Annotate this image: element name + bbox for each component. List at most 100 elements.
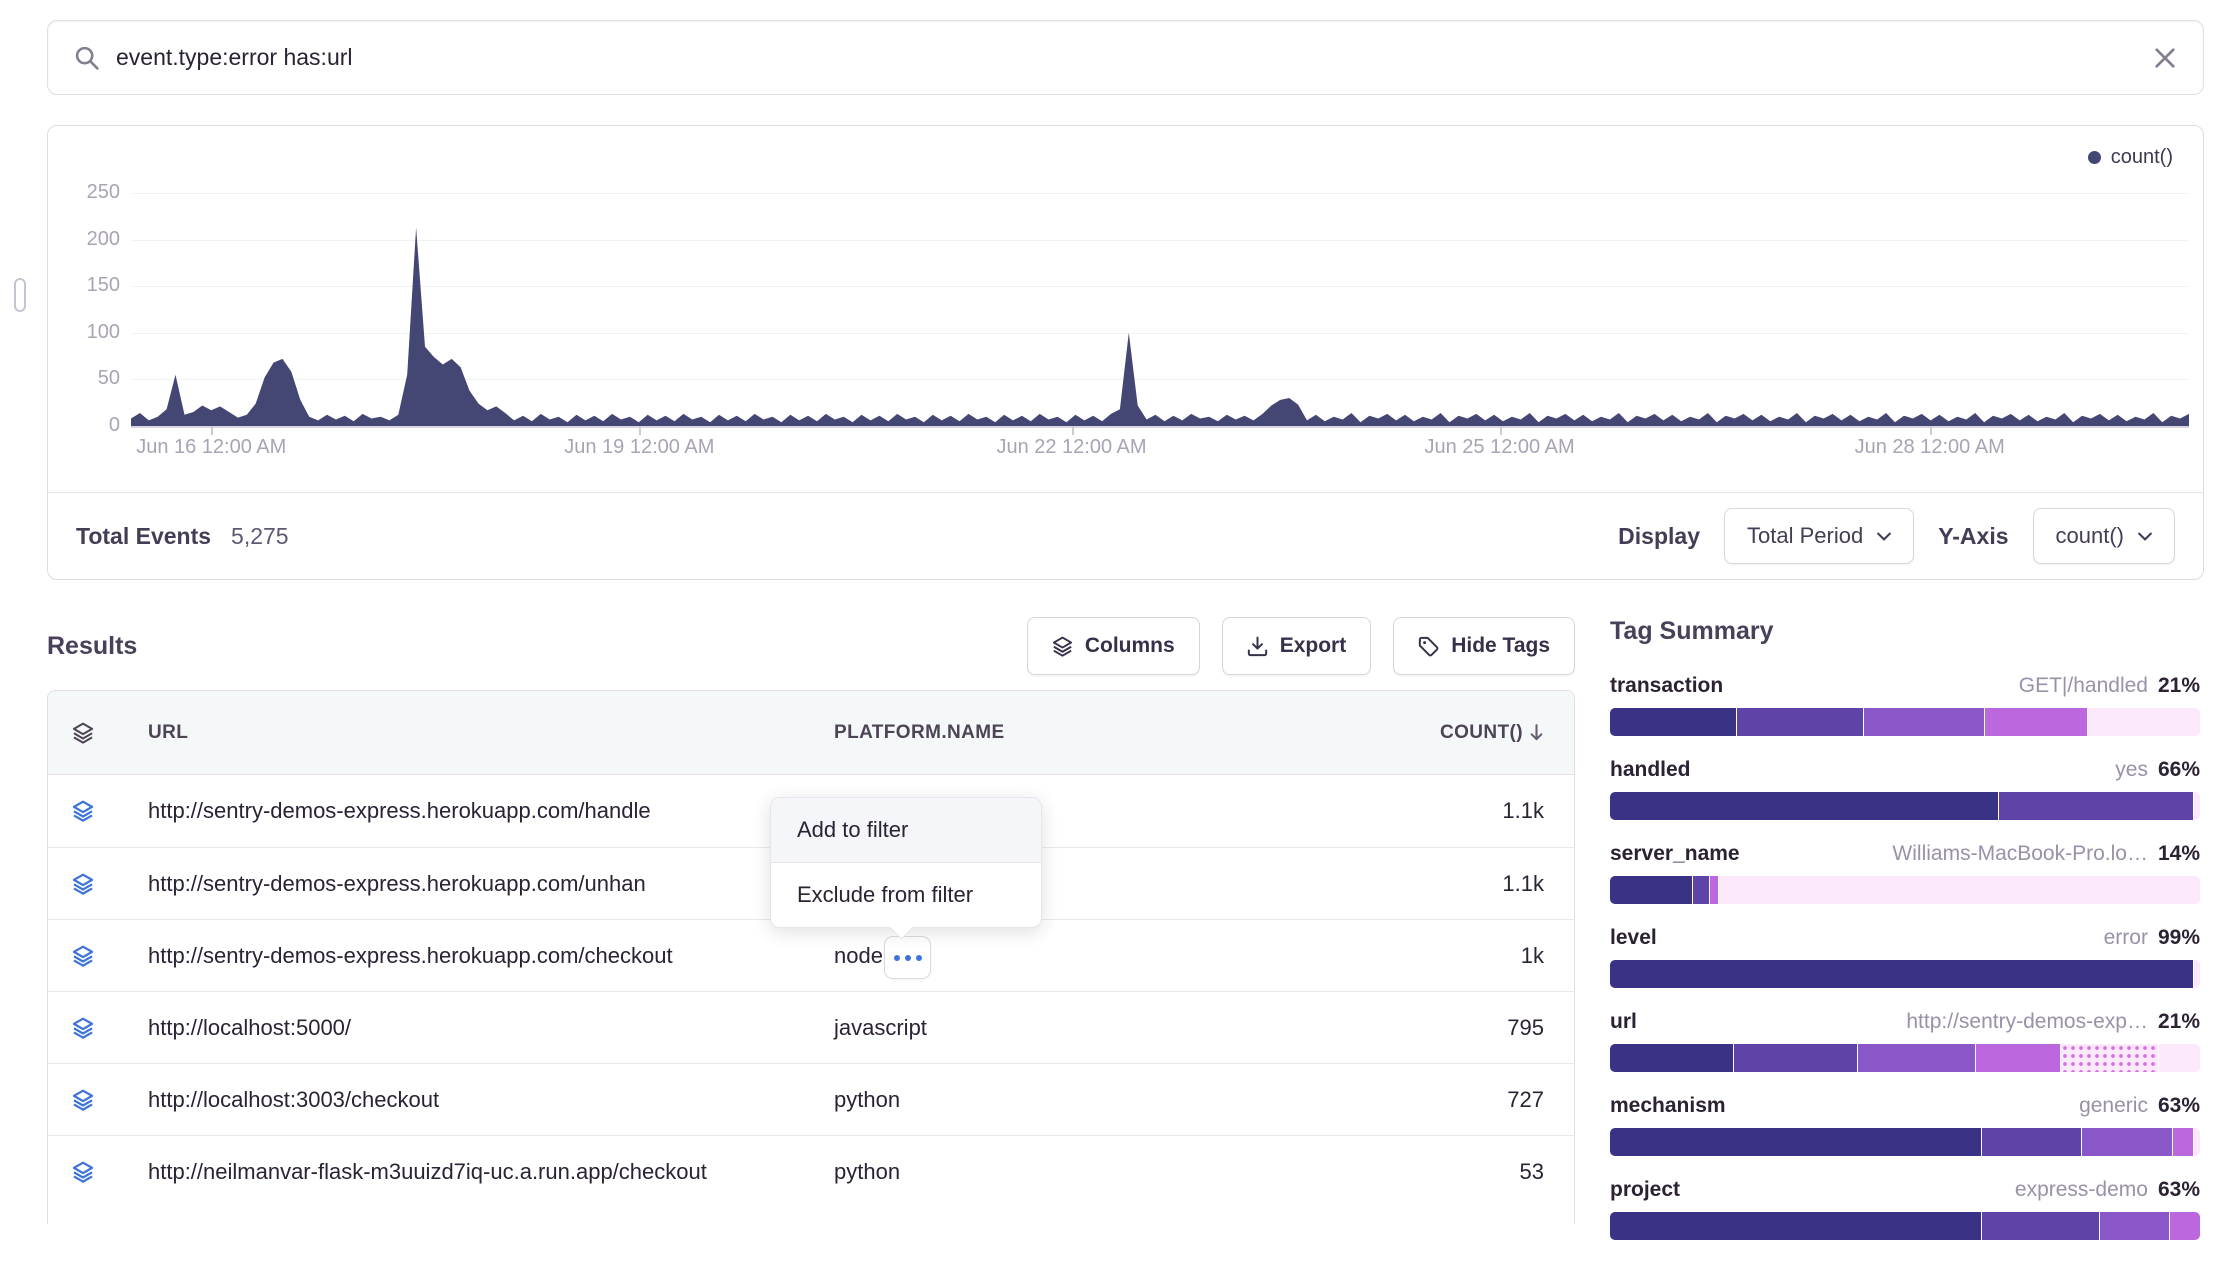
export-button[interactable]: Export <box>1222 617 1372 675</box>
table-row[interactable]: http://sentry-demos-express.herokuapp.co… <box>48 919 1574 991</box>
tag-distribution-bar[interactable] <box>1610 708 2200 736</box>
tag-bar-segment[interactable] <box>2082 1128 2173 1156</box>
stack-icon[interactable] <box>48 1089 118 1111</box>
count-cell[interactable]: 53 <box>1394 1159 1574 1185</box>
tag-name[interactable]: server_name <box>1610 842 1740 866</box>
url-cell[interactable]: http://localhost:5000/ <box>118 1015 834 1041</box>
tag-bar-segment[interactable] <box>1999 792 2194 820</box>
ellipsis-dot <box>905 955 911 961</box>
tag-bar-segment[interactable] <box>2159 1044 2200 1072</box>
count-cell[interactable]: 727 <box>1394 1087 1574 1113</box>
clear-search-icon[interactable] <box>2153 46 2177 70</box>
stack-icon[interactable] <box>48 873 118 895</box>
total-events-label: Total Events <box>76 523 211 550</box>
stack-icon[interactable] <box>48 945 118 967</box>
tag-bar-segment[interactable] <box>1610 1212 1982 1240</box>
tag-bar-segment[interactable] <box>2194 792 2200 820</box>
tag-name[interactable]: level <box>1610 926 1657 950</box>
tag-bar-segment[interactable] <box>1710 876 1719 904</box>
yaxis-label: Y-Axis <box>1938 523 2008 550</box>
x-tick-mark <box>1930 426 1932 435</box>
y-tick-label: 200 <box>50 228 120 251</box>
tag-bar-segment[interactable] <box>2170 1212 2200 1240</box>
menu-item-exclude-from-filter[interactable]: Exclude from filter <box>771 863 1041 927</box>
stack-icon[interactable] <box>48 1161 118 1183</box>
url-cell[interactable]: http://localhost:3003/checkout <box>118 1087 834 1113</box>
url-cell[interactable]: http://sentry-demos-express.herokuapp.co… <box>118 871 834 897</box>
count-cell[interactable]: 795 <box>1394 1015 1574 1041</box>
hide-tags-button[interactable]: Hide Tags <box>1393 617 1575 675</box>
stack-icon[interactable] <box>48 722 118 744</box>
columns-button[interactable]: Columns <box>1027 617 1200 675</box>
tag-bar-segment[interactable] <box>1610 708 1737 736</box>
tag-bar-segment[interactable] <box>1610 792 1999 820</box>
tag-bar-segment[interactable] <box>2173 1128 2194 1156</box>
tag-distribution-bar[interactable] <box>1610 1128 2200 1156</box>
search-input[interactable]: event.type:error has:url <box>116 44 2153 71</box>
count-cell[interactable]: 1.1k <box>1394 871 1574 897</box>
tag-bar-segment[interactable] <box>1976 1044 2062 1072</box>
tag-bar-segment[interactable] <box>2061 1044 2158 1072</box>
tag-bar-segment[interactable] <box>1734 1044 1858 1072</box>
tag-bar-segment[interactable] <box>2088 708 2200 736</box>
tag-bar-segment[interactable] <box>1858 1044 1976 1072</box>
tag-distribution-bar[interactable] <box>1610 1212 2200 1240</box>
tag-bar-segment[interactable] <box>2194 960 2200 988</box>
tag-bar-segment[interactable] <box>1610 876 1693 904</box>
tag-bar-segment[interactable] <box>1610 1044 1734 1072</box>
tag-bar-segment[interactable] <box>1610 960 2194 988</box>
display-dropdown-value: Total Period <box>1747 523 1863 549</box>
table-row[interactable]: http://localhost:3003/checkout python 72… <box>48 1063 1574 1135</box>
cell-actions-button[interactable] <box>884 936 931 979</box>
tag-distribution-bar[interactable] <box>1610 876 2200 904</box>
platform-cell[interactable]: python <box>834 1087 1394 1113</box>
stack-icon[interactable] <box>48 1017 118 1039</box>
table-row[interactable]: http://neilmanvar-flask-m3uuizd7iq-uc.a.… <box>48 1135 1574 1207</box>
tag-bar-segment[interactable] <box>1864 708 1985 736</box>
table-row[interactable]: http://localhost:5000/ javascript 795 <box>48 991 1574 1063</box>
tag-bar-segment[interactable] <box>1982 1128 2082 1156</box>
count-cell[interactable]: 1k <box>1394 943 1574 969</box>
tag-percentage: 63% <box>2158 1178 2200 1202</box>
tag-name[interactable]: handled <box>1610 758 1691 782</box>
tag-name[interactable]: transaction <box>1610 674 1723 698</box>
tag-distribution-bar[interactable] <box>1610 960 2200 988</box>
tag-percentage: 63% <box>2158 1094 2200 1118</box>
tag-name[interactable]: mechanism <box>1610 1094 1726 1118</box>
platform-cell[interactable]: python <box>834 1159 1394 1185</box>
menu-item-add-to-filter[interactable]: Add to filter <box>771 798 1041 862</box>
y-tick-label: 50 <box>50 367 120 390</box>
platform-cell[interactable]: javascript <box>834 1015 1394 1041</box>
display-dropdown[interactable]: Total Period <box>1724 508 1914 564</box>
tag-bar-segment[interactable] <box>1610 1128 1982 1156</box>
tag-bar-segment[interactable] <box>1693 876 1711 904</box>
columns-button-label: Columns <box>1085 634 1175 658</box>
count-cell[interactable]: 1.1k <box>1394 798 1574 824</box>
yaxis-dropdown[interactable]: count() <box>2033 508 2175 564</box>
url-cell[interactable]: http://sentry-demos-express.herokuapp.co… <box>118 798 834 824</box>
stack-icon <box>1052 636 1073 657</box>
area-chart[interactable] <box>131 179 2189 426</box>
tag-name[interactable]: url <box>1610 1010 1637 1034</box>
url-cell[interactable]: http://sentry-demos-express.herokuapp.co… <box>118 943 834 969</box>
tag-bar-segment[interactable] <box>1985 708 2088 736</box>
tag-distribution-bar[interactable] <box>1610 1044 2200 1072</box>
stack-icon[interactable] <box>48 800 118 822</box>
chart-resize-handle[interactable] <box>14 278 26 312</box>
chart-legend[interactable]: count() <box>2088 146 2173 169</box>
tag-name[interactable]: project <box>1610 1178 1680 1202</box>
column-header-platform[interactable]: PLATFORM.NAME <box>834 722 1394 744</box>
url-cell[interactable]: http://neilmanvar-flask-m3uuizd7iq-uc.a.… <box>118 1159 834 1185</box>
column-header-count[interactable]: COUNT() <box>1394 722 1574 744</box>
tag-bar-segment[interactable] <box>2100 1212 2171 1240</box>
tag-distribution-bar[interactable] <box>1610 792 2200 820</box>
tag-bar-segment[interactable] <box>1982 1212 2100 1240</box>
count-series-area <box>131 179 2189 426</box>
results-title: Results <box>47 632 137 661</box>
tag-percentage: 66% <box>2158 758 2200 782</box>
search-bar[interactable]: event.type:error has:url <box>47 20 2204 95</box>
column-header-url[interactable]: URL <box>118 722 834 744</box>
tag-bar-segment[interactable] <box>2194 1128 2200 1156</box>
tag-bar-segment[interactable] <box>1737 708 1864 736</box>
tag-bar-segment[interactable] <box>1719 876 2200 904</box>
